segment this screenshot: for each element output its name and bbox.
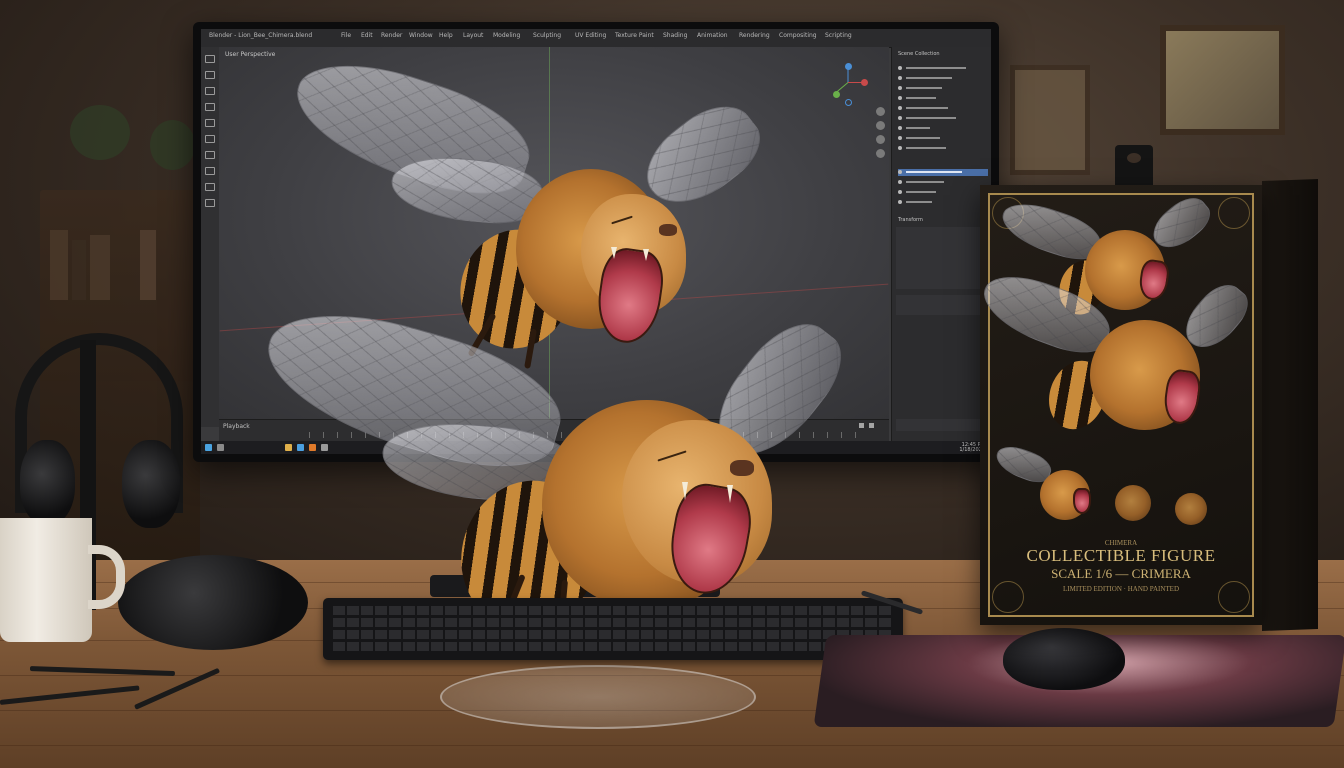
menu-item[interactable]: Animation bbox=[697, 32, 728, 39]
menu-item[interactable]: Compositing bbox=[779, 32, 817, 39]
collectible-figure-box: CHIMERA COLLECTIBLE FIGURE SCALE 1/6 — C… bbox=[974, 185, 1262, 625]
camera-icon[interactable] bbox=[876, 135, 885, 144]
select-tool-icon[interactable] bbox=[205, 55, 215, 63]
box-small-line: LIMITED EDITION · HAND PAINTED bbox=[1063, 585, 1179, 593]
box-subtitle: SCALE 1/6 — CRIMERA bbox=[1051, 566, 1191, 581]
outliner-row-selected[interactable] bbox=[898, 169, 988, 176]
outliner-row[interactable] bbox=[898, 85, 988, 91]
zoom-icon[interactable] bbox=[876, 107, 885, 116]
timeline-label: Playback bbox=[223, 423, 250, 430]
physical-lion-bee-figure bbox=[251, 290, 858, 648]
menu-item[interactable]: Modeling bbox=[493, 32, 520, 39]
keyboard[interactable] bbox=[323, 598, 903, 660]
measure-tool-icon[interactable] bbox=[205, 167, 215, 175]
coffee-mug bbox=[0, 518, 92, 642]
cursor-tool-icon[interactable] bbox=[205, 71, 215, 79]
computer-mouse[interactable] bbox=[1003, 628, 1125, 690]
properties-footer bbox=[896, 419, 988, 431]
menu-item[interactable]: Layout bbox=[463, 32, 483, 39]
book bbox=[140, 230, 156, 300]
play-icon[interactable] bbox=[859, 423, 864, 428]
menu-item[interactable]: Window bbox=[409, 32, 433, 39]
box-title: COLLECTIBLE FIGURE bbox=[1026, 546, 1216, 565]
outliner-row[interactable] bbox=[898, 179, 988, 185]
scale-tool-icon[interactable] bbox=[205, 119, 215, 127]
windows-start-icon[interactable] bbox=[205, 444, 212, 451]
x-axis-icon[interactable] bbox=[861, 79, 868, 86]
book bbox=[72, 240, 86, 300]
tool-shelf bbox=[201, 47, 219, 427]
move-tool-icon[interactable] bbox=[205, 87, 215, 95]
menu-item[interactable]: Sculpting bbox=[533, 32, 561, 39]
wall-picture-frame bbox=[1010, 65, 1090, 175]
box-hang-tab bbox=[1115, 145, 1153, 185]
transform-tool-icon[interactable] bbox=[205, 135, 215, 143]
menu-item[interactable]: Render bbox=[381, 32, 402, 39]
outliner-row[interactable] bbox=[898, 75, 988, 81]
wall-picture-frame bbox=[1160, 25, 1285, 135]
rotate-tool-icon[interactable] bbox=[205, 103, 215, 111]
menu-item[interactable]: File bbox=[341, 32, 351, 39]
box-art-figure bbox=[974, 264, 1256, 445]
keyboard-keys[interactable] bbox=[333, 606, 893, 652]
outliner-row[interactable] bbox=[898, 125, 988, 131]
navigation-gizmo[interactable] bbox=[831, 63, 868, 106]
headphone-ear-cup bbox=[122, 440, 180, 528]
menu-item[interactable]: Shading bbox=[663, 32, 687, 39]
extrude-tool-icon[interactable] bbox=[205, 199, 215, 207]
properties-fields[interactable] bbox=[896, 227, 988, 289]
acrylic-display-base bbox=[440, 665, 756, 729]
annotate-tool-icon[interactable] bbox=[205, 151, 215, 159]
outliner-row[interactable] bbox=[898, 145, 988, 151]
properties-fields[interactable] bbox=[896, 295, 988, 315]
menu-item[interactable]: Edit bbox=[361, 32, 373, 39]
next-frame-icon[interactable] bbox=[869, 423, 874, 428]
app-menubar: Blender - Lion_Bee_Chimera.blend File Ed… bbox=[201, 29, 991, 48]
box-side-panel bbox=[1262, 179, 1318, 631]
desk-scene: Blender - Lion_Bee_Chimera.blend File Ed… bbox=[0, 0, 1344, 768]
box-art-figure bbox=[1110, 475, 1230, 535]
outliner-row[interactable] bbox=[898, 135, 988, 141]
outliner-row[interactable] bbox=[898, 105, 988, 111]
search-icon[interactable] bbox=[217, 444, 224, 451]
neg-z-axis-icon[interactable] bbox=[845, 99, 852, 106]
add-cube-tool-icon[interactable] bbox=[205, 183, 215, 191]
properties-header: Transform bbox=[898, 217, 923, 223]
outliner-row[interactable] bbox=[898, 199, 988, 205]
book bbox=[90, 235, 110, 300]
outliner-row[interactable] bbox=[898, 65, 988, 71]
menu-item[interactable]: UV Editing bbox=[575, 32, 606, 39]
app-title: Blender - Lion_Bee_Chimera.blend bbox=[209, 32, 313, 39]
plant bbox=[150, 120, 195, 170]
menu-item[interactable]: Rendering bbox=[739, 32, 770, 39]
headphone-ear-cup bbox=[20, 440, 75, 525]
menu-item[interactable]: Texture Paint bbox=[615, 32, 654, 39]
outliner-panel: Scene Collection Transform bbox=[891, 47, 991, 454]
z-axis-icon[interactable] bbox=[845, 63, 852, 70]
viewport-label: User Perspective bbox=[225, 51, 276, 58]
menu-item[interactable]: Scripting bbox=[825, 32, 852, 39]
box-art-figure bbox=[991, 441, 1105, 530]
menu-item[interactable]: Help bbox=[439, 32, 453, 39]
outliner-row[interactable] bbox=[898, 95, 988, 101]
outliner-row[interactable] bbox=[898, 115, 988, 121]
book bbox=[50, 230, 68, 300]
outliner-row[interactable] bbox=[898, 189, 988, 195]
outliner-header: Scene Collection bbox=[898, 51, 940, 57]
y-axis-icon[interactable] bbox=[833, 91, 840, 98]
pan-icon[interactable] bbox=[876, 121, 885, 130]
plant bbox=[70, 105, 130, 160]
ortho-toggle-icon[interactable] bbox=[876, 149, 885, 158]
